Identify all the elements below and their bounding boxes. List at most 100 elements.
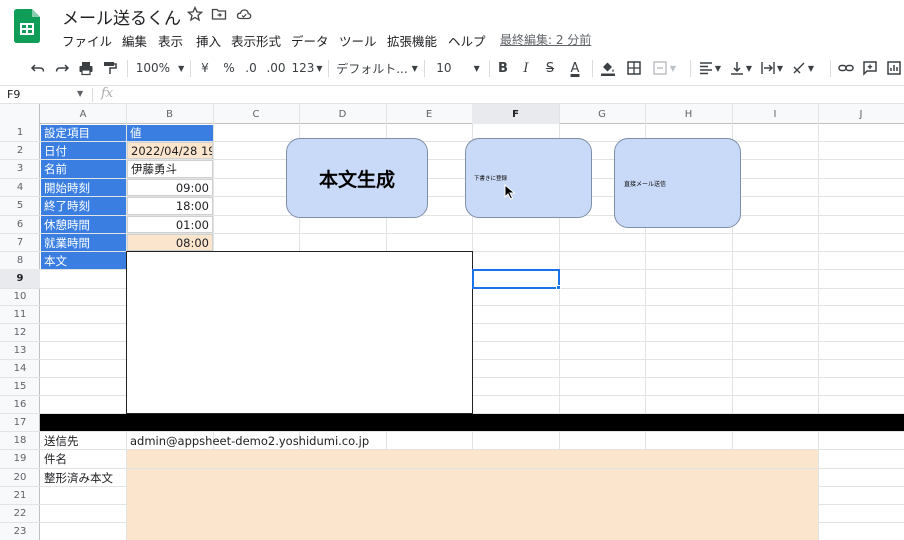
row-header-5[interactable]: 5 — [0, 196, 40, 215]
undo-icon[interactable] — [28, 57, 48, 79]
font-family-select[interactable]: デフォルト... ▼ — [335, 57, 419, 79]
paint-format-icon[interactable] — [100, 57, 120, 79]
insert-link-icon[interactable] — [836, 57, 856, 79]
percent-format-button[interactable]: % — [221, 57, 237, 79]
cell-b4[interactable]: 09:00 — [127, 179, 213, 196]
column-header-b[interactable]: B — [126, 104, 213, 124]
row-header-12[interactable]: 12 — [0, 323, 40, 341]
chevron-down-icon[interactable]: ▼ — [77, 89, 83, 98]
row-header-19[interactable]: 19 — [0, 449, 40, 468]
menu-help[interactable]: ヘルプ — [448, 31, 486, 50]
insert-chart-icon[interactable] — [884, 57, 904, 79]
spreadsheet-grid[interactable]: A B C D E F G H I J 1 2 3 4 5 6 7 8 9 10… — [0, 104, 904, 540]
column-header-f[interactable]: F — [472, 104, 559, 124]
row-header-6[interactable]: 6 — [0, 215, 40, 233]
cell-a4[interactable]: 開始時刻 — [41, 179, 126, 196]
fill-handle[interactable] — [556, 285, 561, 290]
column-header-i[interactable]: I — [732, 104, 818, 124]
decrease-decimal-button[interactable]: .0 — [242, 57, 260, 79]
text-rotation-icon[interactable]: ▼ — [790, 57, 816, 79]
menu-file[interactable]: ファイル — [62, 31, 112, 50]
send-mail-button[interactable]: 直接メール送信 — [614, 138, 741, 228]
cell-a1[interactable]: 設定項目 — [41, 125, 126, 141]
increase-decimal-button[interactable]: .00 — [265, 57, 287, 79]
cell-b1[interactable]: 値 — [127, 125, 213, 141]
borders-icon[interactable] — [624, 57, 644, 79]
sheets-logo-icon[interactable] — [14, 9, 40, 43]
cell-a8[interactable]: 本文 — [41, 252, 126, 269]
body-text-cell[interactable] — [126, 251, 473, 414]
row-header-11[interactable]: 11 — [0, 305, 40, 323]
row-header-4[interactable]: 4 — [0, 178, 40, 196]
horizontal-align-icon[interactable]: ▼ — [697, 57, 723, 79]
row-header-18[interactable]: 18 — [0, 431, 40, 449]
cloud-status-icon[interactable] — [236, 6, 252, 22]
number-format-select[interactable]: 123 ▼ — [290, 57, 324, 79]
row-header-14[interactable]: 14 — [0, 359, 40, 377]
menu-insert[interactable]: 挿入 — [196, 31, 221, 50]
fill-color-icon[interactable] — [598, 57, 618, 79]
name-box[interactable]: F9 — [7, 88, 20, 101]
insert-comment-icon[interactable] — [860, 57, 880, 79]
menu-view[interactable]: 表示 — [158, 31, 183, 50]
row-header-23[interactable]: 23 — [0, 522, 40, 540]
menu-extensions[interactable]: 拡張機能 — [387, 31, 437, 50]
column-header-j[interactable]: J — [818, 104, 904, 124]
bold-button[interactable]: B — [495, 57, 511, 79]
row-header-20[interactable]: 20 — [0, 468, 40, 486]
move-to-folder-icon[interactable] — [211, 6, 227, 22]
column-header-g[interactable]: G — [559, 104, 645, 124]
cell-b2[interactable]: 2022/04/28 19:4 — [127, 142, 213, 159]
row-header-7[interactable]: 7 — [0, 233, 40, 251]
cell-b6[interactable]: 01:00 — [127, 216, 213, 233]
row-header-22[interactable]: 22 — [0, 504, 40, 522]
star-icon[interactable] — [186, 5, 204, 22]
cell-a2[interactable]: 日付 — [41, 142, 126, 159]
column-header-a[interactable]: A — [40, 104, 126, 124]
row-header-17[interactable]: 17 — [0, 413, 40, 431]
cell-a6[interactable]: 休憩時間 — [41, 216, 126, 233]
menu-format[interactable]: 表示形式 — [231, 31, 281, 50]
column-header-h[interactable]: H — [645, 104, 732, 124]
cell-a3[interactable]: 名前 — [41, 160, 126, 178]
row-header-1[interactable]: 1 — [0, 124, 40, 141]
text-color-button[interactable]: A — [566, 57, 584, 79]
zoom-select[interactable]: 100% ▼ — [134, 57, 186, 79]
cell-b7[interactable]: 08:00 — [127, 234, 213, 251]
cell-b19-subject[interactable] — [127, 450, 818, 468]
redo-icon[interactable] — [52, 57, 72, 79]
column-header-d[interactable]: D — [299, 104, 386, 124]
row-header-15[interactable]: 15 — [0, 377, 40, 395]
menu-tools[interactable]: ツール — [339, 31, 377, 50]
last-edit-link[interactable]: 最終編集: 2 分前 — [500, 31, 591, 48]
cell-b18[interactable]: admin@appsheet-demo2.yoshidumi.co.jp — [127, 432, 527, 449]
text-wrap-icon[interactable]: ▼ — [759, 57, 785, 79]
row-header-3[interactable]: 3 — [0, 159, 40, 178]
menu-data[interactable]: データ — [291, 31, 329, 50]
cell-a7[interactable]: 就業時間 — [41, 234, 126, 251]
cell-a20[interactable]: 整形済み本文 — [41, 469, 126, 486]
currency-format-button[interactable]: ¥ — [197, 57, 213, 79]
font-size-select[interactable]: 10 ▼ — [432, 57, 484, 79]
row-header-2[interactable]: 2 — [0, 141, 40, 159]
strikethrough-button[interactable]: S — [542, 57, 558, 79]
merge-cells-icon[interactable]: ▼ — [650, 57, 678, 79]
column-header-e[interactable]: E — [386, 104, 472, 124]
cell-a19[interactable]: 件名 — [41, 450, 126, 468]
row-header-21[interactable]: 21 — [0, 486, 40, 504]
print-icon[interactable] — [76, 57, 96, 79]
vertical-align-icon[interactable]: ▼ — [728, 57, 754, 79]
cell-a18[interactable]: 送信先 — [41, 432, 126, 449]
row-header-8[interactable]: 8 — [0, 251, 40, 269]
row-header-16[interactable]: 16 — [0, 395, 40, 413]
active-cell-selection[interactable] — [472, 269, 560, 289]
row-header-9[interactable]: 9 — [0, 269, 40, 288]
generate-body-button[interactable]: 本文生成 — [286, 138, 428, 218]
row-header-13[interactable]: 13 — [0, 341, 40, 359]
cell-b3[interactable]: 伊藤勇斗 — [127, 160, 213, 178]
menu-edit[interactable]: 編集 — [122, 31, 147, 50]
cell-a5[interactable]: 終了時刻 — [41, 197, 126, 215]
row-header-10[interactable]: 10 — [0, 288, 40, 305]
italic-button[interactable]: I — [518, 57, 534, 79]
document-title[interactable]: メール送るくん — [62, 4, 181, 29]
